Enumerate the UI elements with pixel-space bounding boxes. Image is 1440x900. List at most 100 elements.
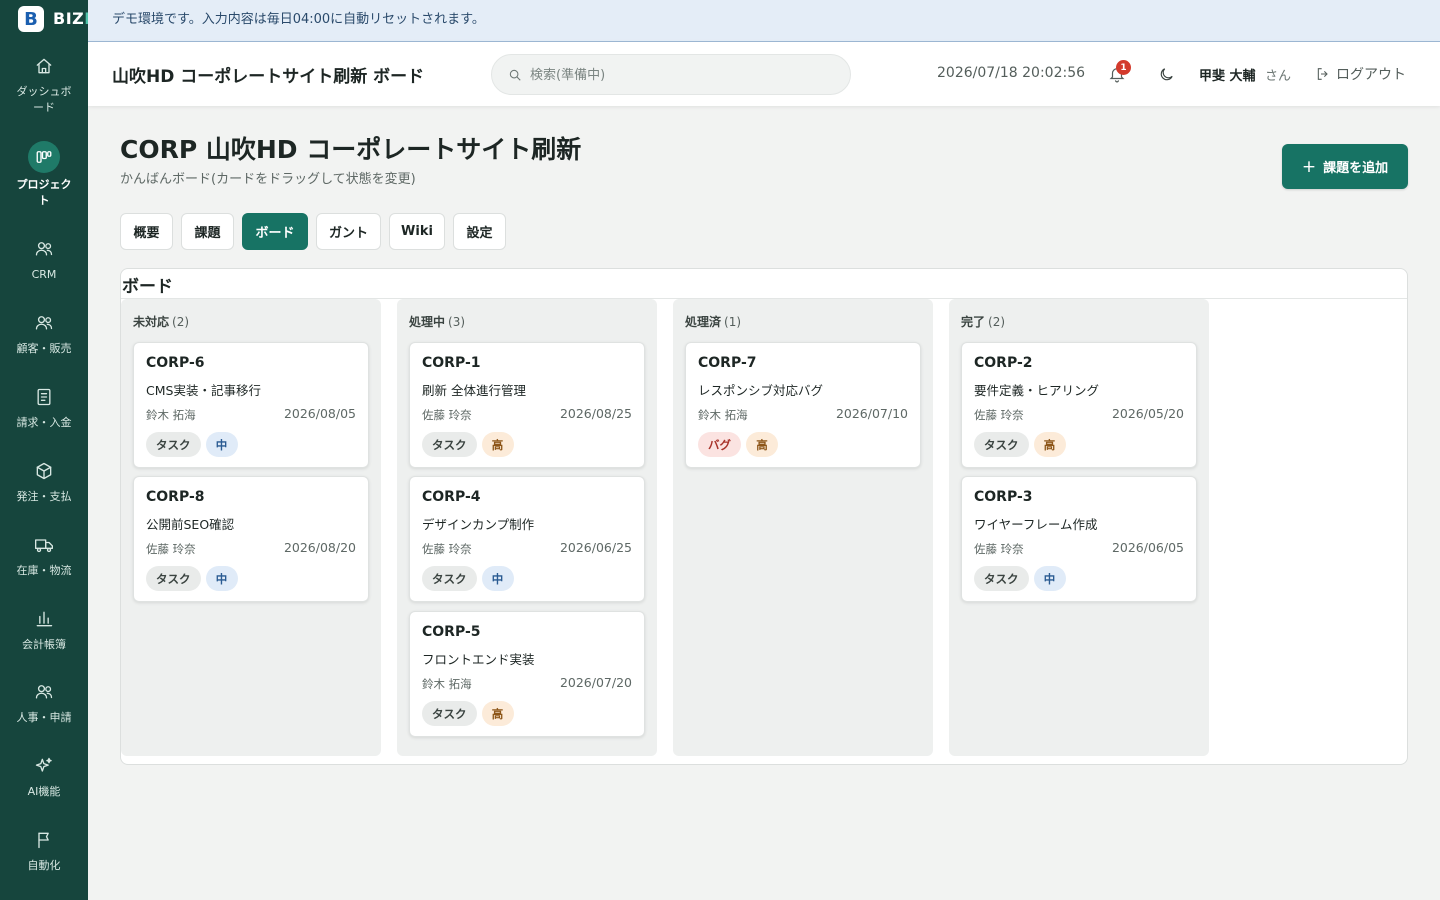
sidebar-item-crm[interactable]: CRM [0,239,88,283]
tab-label: ガント [328,226,368,241]
tab-wiki[interactable]: Wiki [389,213,445,250]
logo-text-accent: R [84,9,88,28]
sidebar-item-hr[interactable]: 人事・申請 [0,682,88,726]
moon-icon[interactable] [1158,66,1175,83]
card-chips: タスク 高 [422,432,519,457]
card-assignee: 佐藤 玲奈 [422,542,472,556]
card-assignee: 佐藤 玲奈 [146,542,196,556]
tab-label: 設定 [466,226,493,241]
sidebar-item-inventory[interactable]: 在庫・物流 [0,535,88,579]
card-id[interactable]: CORP-7 [698,355,757,371]
issue-card[interactable]: CORP-5 フロントエンド実装 鈴木 拓海 2026/07/20 タスク 高 [409,611,645,737]
search-box[interactable] [491,54,851,95]
notification-badge: 1 [1116,60,1131,75]
sidebar-item-automation[interactable]: 自動化 [0,830,88,874]
card-assignee: 佐藤 玲奈 [422,408,472,422]
card-chips: タスク 中 [146,566,243,591]
sidebar-item-billing[interactable]: 請求・入金 [0,387,88,431]
sidebar-item-label: 人事・申請 [16,711,72,724]
type-badge: タスク [974,566,1029,591]
card-chips: バグ 高 [698,432,783,457]
demo-banner-text: デモ環境です。入力内容は毎日04:00に自動リセットされます。 [112,12,485,27]
users-icon [34,682,54,702]
sidebar-item-dashboard[interactable]: ダッシュボード [0,56,88,116]
add-issue-button[interactable]: + 課題を追加 [1282,144,1408,189]
issue-card[interactable]: CORP-1 刷新 全体進行管理 佐藤 玲奈 2026/08/25 タスク 高 [409,342,645,468]
board-column-resolved: 処理済 (1) CORP-7 レスポンシブ対応バグ 鈴木 拓海 2026/07/1… [673,299,933,756]
current-datetime: 2026/07/18 20:02:56 [937,65,1086,81]
card-id[interactable]: CORP-6 [146,355,205,371]
user-suffix: さん [1265,69,1292,84]
issue-card[interactable]: CORP-2 要件定義・ヒアリング 佐藤 玲奈 2026/05/20 タスク 高 [961,342,1197,468]
box-icon [34,461,54,481]
sidebar-item-ai[interactable]: AI機能 [0,756,88,800]
card-title: デザインカンプ制作 [422,517,535,532]
card-assignee: 鈴木 拓海 [146,408,196,422]
sparkle-icon [34,756,54,776]
issue-card[interactable]: CORP-8 公開前SEO確認 佐藤 玲奈 2026/08/20 タスク 中 [133,476,369,602]
issue-card[interactable]: CORP-4 デザインカンプ制作 佐藤 玲奈 2026/06/25 タスク 中 [409,476,645,602]
issue-card[interactable]: CORP-6 CMS実装・記事移行 鈴木 拓海 2026/08/05 タスク 中 [133,342,369,468]
card-due-date: 2026/06/05 [1111,540,1184,555]
card-due-date: 2026/05/20 [1111,406,1184,421]
card-due-date: 2026/08/20 [283,540,356,555]
add-issue-label: 課題を追加 [1323,161,1389,176]
user-name: 甲斐 大輔 [1199,69,1256,84]
priority-badge: 中 [481,566,514,591]
card-id[interactable]: CORP-2 [974,355,1033,371]
card-id[interactable]: CORP-5 [422,624,481,640]
sidebar-item-accounting[interactable]: 会計帳簿 [0,609,88,653]
card-id[interactable]: CORP-8 [146,489,205,505]
search-input[interactable] [530,64,830,86]
tab-issues[interactable]: 課題 [181,213,234,250]
app-logo[interactable]: B [18,6,44,32]
board-column-todo: 未対応 (2) CORP-6 CMS実装・記事移行 鈴木 拓海 2026/08/0… [121,299,381,756]
tab-label: 概要 [133,226,160,241]
tab-settings[interactable]: 設定 [453,213,506,250]
sidebar-item-customers-sales[interactable]: 顧客・販売 [0,313,88,357]
card-chips: タスク 中 [974,566,1071,591]
tab-overview[interactable]: 概要 [120,213,173,250]
board-title: ボード [122,277,173,297]
type-badge: タスク [974,432,1029,457]
column-header: 処理中 (3) [409,313,465,330]
column-header: 処理済 (1) [685,313,741,330]
card-due-date: 2026/07/10 [835,406,908,421]
card-chips: タスク 高 [422,701,519,726]
priority-badge: 高 [746,432,778,457]
tab-gantt[interactable]: ガント [316,213,381,250]
card-id[interactable]: CORP-4 [422,489,481,505]
card-title: ワイヤーフレーム作成 [974,517,1098,532]
card-assignee: 佐藤 玲奈 [974,408,1024,422]
card-id[interactable]: CORP-1 [422,355,481,371]
issue-card[interactable]: CORP-3 ワイヤーフレーム作成 佐藤 玲奈 2026/06/05 タスク 中 [961,476,1197,602]
header-title: 山吹HD コーポレートサイト刷新 ボード [112,67,425,87]
sidebar-item-purchasing[interactable]: 発注・支払 [0,461,88,505]
column-count: (1) [724,315,742,329]
column-name: 処理済 [685,315,722,329]
card-due-date: 2026/07/20 [559,675,632,690]
tab-board[interactable]: ボード [242,213,308,250]
sidebar-item-label: 請求・入金 [16,416,72,429]
card-chips: タスク 高 [974,432,1071,457]
sidebar-item-label: CRM [31,268,57,281]
priority-badge: 中 [205,566,238,591]
sidebar-item-project[interactable]: プロジェクト [0,141,88,209]
card-title: CMS実装・記事移行 [146,383,261,398]
issue-card[interactable]: CORP-7 レスポンシブ対応バグ 鈴木 拓海 2026/07/10 バグ 高 [685,342,921,468]
sidebar: B BIZR ダッシュボード プロジェクト CRM 顧客・販売 請求・入金 発注… [0,0,88,900]
board-column-done: 完了 (2) CORP-2 要件定義・ヒアリング 佐藤 玲奈 2026/05/20… [949,299,1209,756]
page-subtitle: かんばんボード(カードをドラッグして状態を変更) [120,172,416,187]
logout-button[interactable]: ログアウト [1315,64,1406,84]
type-badge: タスク [422,701,477,726]
card-id[interactable]: CORP-3 [974,489,1033,505]
priority-badge: 中 [1033,566,1066,591]
tab-label: Wiki [401,224,433,239]
column-header: 完了 (2) [961,313,1005,330]
kanban-board: ボード 未対応 (2) CORP-6 CMS実装・記事移行 鈴木 拓海 2026/… [120,268,1408,765]
card-title: 刷新 全体進行管理 [422,383,526,398]
sidebar-item-label: プロジェクト [16,178,72,207]
home-icon [34,56,54,76]
type-badge: タスク [146,432,201,457]
flag-icon [34,830,54,850]
